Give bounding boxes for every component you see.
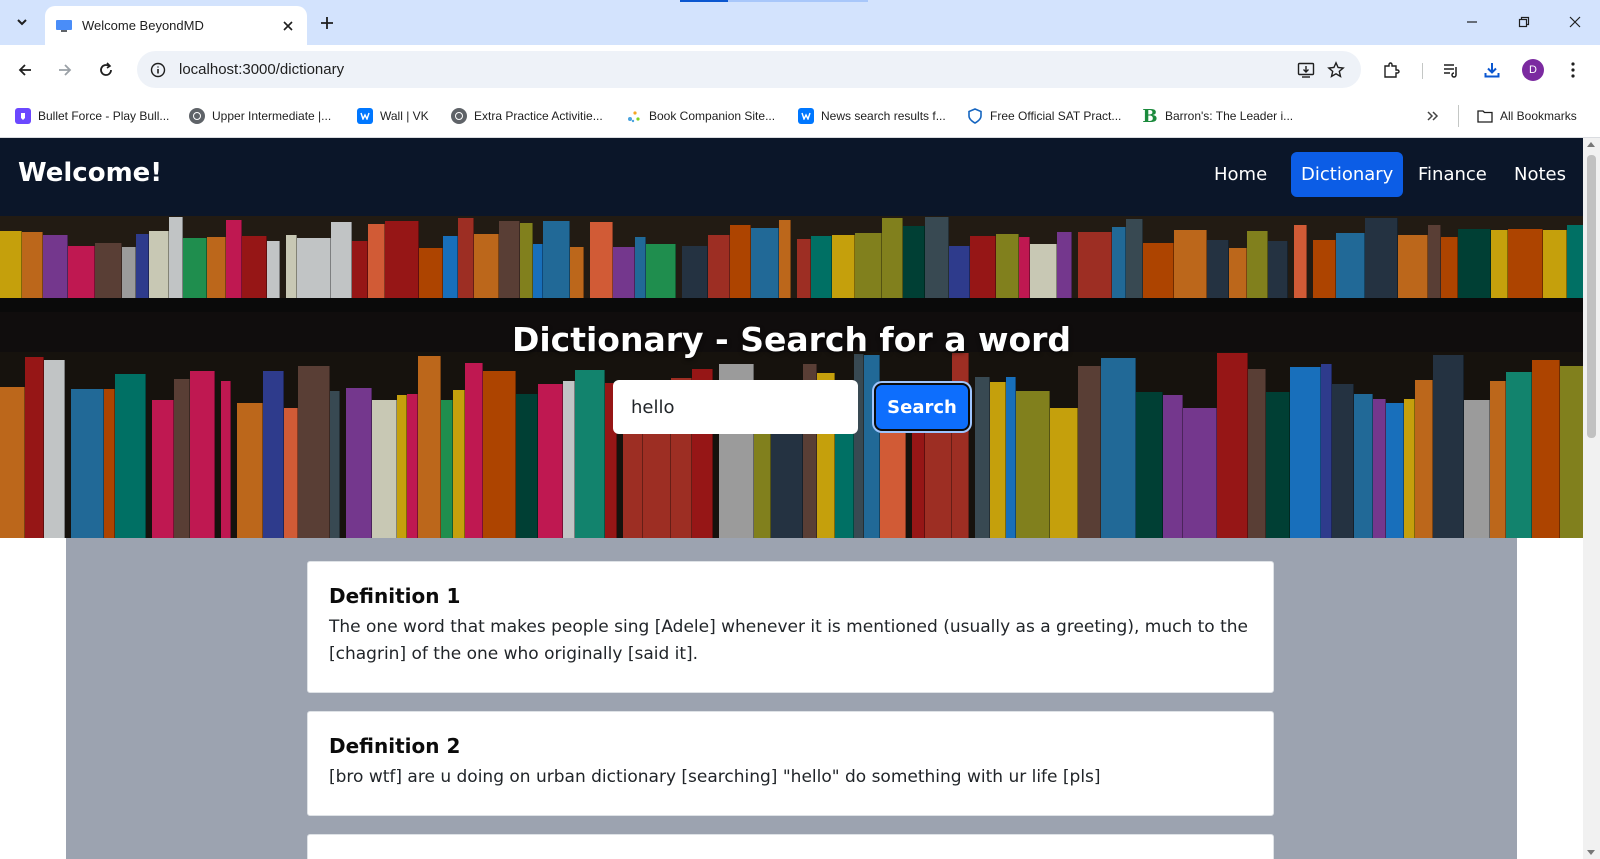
scroll-up-arrow[interactable] xyxy=(1587,142,1595,147)
hero-banner: Dictionary - Search for a word Search xyxy=(0,216,1583,538)
nav-link-dictionary[interactable]: Dictionary xyxy=(1291,152,1404,197)
bookmark-item[interactable]: News search results f... xyxy=(798,105,946,127)
more-bookmarks-button[interactable] xyxy=(1422,105,1444,127)
tab-search-button[interactable] xyxy=(7,7,37,37)
download-icon xyxy=(1484,63,1500,78)
bookmarks-bar: Bullet Force - Play Bull... Upper Interm… xyxy=(0,95,1600,138)
install-app-icon[interactable] xyxy=(1291,55,1321,85)
bookmark-label: Wall | VK xyxy=(380,109,429,123)
avatar: D xyxy=(1522,59,1544,81)
site-brand[interactable]: Welcome! xyxy=(18,158,162,188)
media-queue-icon xyxy=(1444,64,1457,78)
media-controls-button[interactable] xyxy=(1436,55,1466,85)
definition-text: [bro wtf] are u doing on urban dictionar… xyxy=(329,767,1101,787)
close-icon xyxy=(1569,16,1581,28)
downloads-button[interactable] xyxy=(1477,55,1507,85)
definition-card: Definition 2 [bro wtf] are u doing on ur… xyxy=(307,711,1274,816)
bookmark-label: Free Official SAT Pract... xyxy=(990,109,1122,123)
arrow-left-icon xyxy=(18,64,31,76)
page-viewport: Welcome! Home Dictionary Finance Notes D… xyxy=(0,138,1583,859)
bookmark-star-icon[interactable] xyxy=(1321,55,1351,85)
bookmark-label: News search results f... xyxy=(821,109,946,123)
kebab-menu-icon xyxy=(1571,62,1575,78)
nav-link-notes[interactable]: Notes xyxy=(1504,152,1576,197)
close-tab-icon[interactable] xyxy=(279,17,297,35)
restore-button[interactable] xyxy=(1509,8,1539,36)
monitor-icon xyxy=(56,19,72,32)
arrow-right-icon xyxy=(59,64,72,76)
url-text[interactable]: localhost:3000/dictionary xyxy=(179,61,1291,78)
search-input[interactable] xyxy=(613,380,858,434)
all-bookmarks-button[interactable]: All Bookmarks xyxy=(1477,105,1577,127)
site-navbar: Welcome! Home Dictionary Finance Notes xyxy=(0,138,1583,216)
bookmark-item[interactable]: Book Companion Site... xyxy=(626,105,775,127)
shield-icon xyxy=(967,108,983,124)
bookmark-label: Book Companion Site... xyxy=(649,109,776,123)
bookmark-item[interactable]: Upper Intermediate |... xyxy=(189,105,331,127)
bullet-force-icon xyxy=(15,108,31,124)
page-scrollbar[interactable] xyxy=(1583,138,1600,859)
tab-title: Welcome BeyondMD xyxy=(82,18,204,33)
close-window-button[interactable] xyxy=(1560,8,1590,36)
results-section: Definition 1 The one word that makes peo… xyxy=(66,538,1517,859)
bookmark-item[interactable]: Bullet Force - Play Bull... xyxy=(15,105,169,127)
definition-text: The one word that makes people sing [Ade… xyxy=(329,617,1249,664)
bookmark-item[interactable]: Wall | VK xyxy=(357,105,429,127)
back-button[interactable] xyxy=(10,55,40,85)
site-info-icon[interactable] xyxy=(147,59,169,81)
chevron-down-icon xyxy=(17,19,27,26)
minimize-button[interactable] xyxy=(1457,8,1487,36)
scroll-down-arrow[interactable] xyxy=(1587,850,1595,855)
barrons-icon: B xyxy=(1142,105,1158,127)
definition-card xyxy=(307,834,1274,859)
definition-heading: Definition 2 xyxy=(329,734,461,758)
profile-button[interactable]: D xyxy=(1518,55,1548,85)
bookmark-label: Bullet Force - Play Bull... xyxy=(38,109,170,123)
tab-loading-track xyxy=(728,0,868,2)
bookmark-item[interactable]: B Barron's: The Leader i... xyxy=(1142,105,1293,127)
vk-icon xyxy=(357,108,373,124)
tab-strip: Welcome BeyondMD xyxy=(0,0,1600,45)
forward-button[interactable] xyxy=(50,55,80,85)
vk-icon xyxy=(798,108,814,124)
bookmark-label: Extra Practice Activitie... xyxy=(474,109,603,123)
sparkle-icon xyxy=(626,108,642,124)
double-chevron-right-icon xyxy=(1427,111,1439,121)
toolbar-divider xyxy=(1422,63,1423,79)
scrollbar-thumb[interactable] xyxy=(1587,155,1596,438)
address-bar[interactable]: localhost:3000/dictionary xyxy=(137,51,1361,88)
reload-button[interactable] xyxy=(91,55,121,85)
browser-toolbar: localhost:3000/dictionary D xyxy=(0,45,1600,95)
browser-menu-button[interactable] xyxy=(1558,55,1588,85)
tab-loading-indicator xyxy=(680,0,728,2)
bookmark-item[interactable]: Extra Practice Activitie... xyxy=(451,105,603,127)
globe-icon xyxy=(189,108,205,124)
minimize-icon xyxy=(1467,21,1477,23)
browser-tab[interactable]: Welcome BeyondMD xyxy=(45,6,307,45)
bookmark-item[interactable]: Free Official SAT Pract... xyxy=(967,105,1121,127)
definition-heading: Definition 1 xyxy=(329,584,461,608)
bookmark-label: Barron's: The Leader i... xyxy=(1165,109,1294,123)
restore-icon xyxy=(1518,16,1530,28)
definition-card: Definition 1 The one word that makes peo… xyxy=(307,561,1274,693)
folder-icon xyxy=(1477,108,1493,124)
bookmark-label: All Bookmarks xyxy=(1500,109,1577,123)
new-tab-button[interactable] xyxy=(314,10,340,36)
reload-icon xyxy=(100,62,112,76)
nav-link-finance[interactable]: Finance xyxy=(1408,152,1497,197)
nav-link-home[interactable]: Home xyxy=(1204,152,1277,197)
hero-overlay xyxy=(0,216,1583,538)
extensions-button[interactable] xyxy=(1376,55,1406,85)
bookmarks-divider xyxy=(1458,105,1459,127)
search-button[interactable]: Search xyxy=(874,383,970,431)
page-title: Dictionary - Search for a word xyxy=(511,320,1072,359)
globe-icon xyxy=(451,108,467,124)
bookmark-label: Upper Intermediate |... xyxy=(212,109,332,123)
puzzle-icon xyxy=(1384,62,1400,78)
plus-icon xyxy=(321,17,333,29)
